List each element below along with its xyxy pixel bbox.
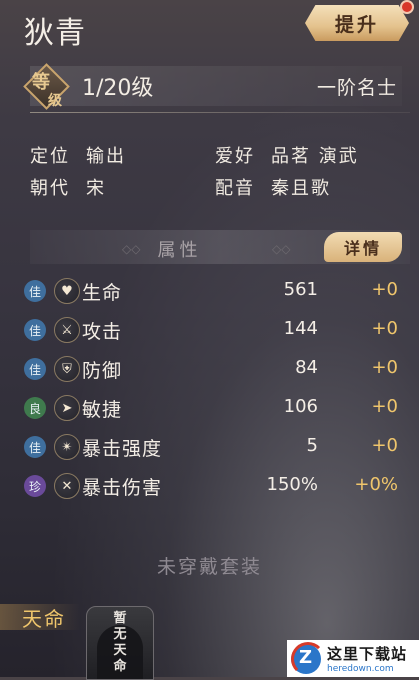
role-label: 定位 bbox=[30, 146, 70, 167]
watermark-url: heredown.com bbox=[327, 664, 394, 674]
attribute-bonus: +0% bbox=[354, 474, 398, 495]
watermark-title: 这里下载站 bbox=[327, 645, 408, 663]
watermark-logo-icon bbox=[291, 641, 325, 676]
attribute-label: 暴击强度 bbox=[82, 438, 163, 460]
attribute-row: 佳 ✴ 暴击强度 5 +0 bbox=[24, 431, 404, 467]
grade-badge: 珍 bbox=[24, 475, 46, 497]
attribute-row: 佳 ⛨ 防御 84 +0 bbox=[24, 353, 404, 389]
attribute-row: 佳 ♥ 生命 561 +0 bbox=[24, 275, 404, 311]
attribute-label: 敏捷 bbox=[82, 399, 123, 421]
attribute-row: 良 ➤ 敏捷 106 +0 bbox=[24, 392, 404, 428]
attribute-bonus: +0 bbox=[371, 279, 398, 300]
hero-name: 狄青 bbox=[24, 16, 86, 51]
details-button-label: 详情 bbox=[343, 239, 382, 258]
attribute-value: 150% bbox=[266, 474, 318, 495]
voice-label: 配音 bbox=[215, 178, 255, 199]
blade-icon: ✕ bbox=[54, 473, 80, 499]
grade-badge: 佳 bbox=[24, 436, 46, 458]
attribute-value: 84 bbox=[295, 357, 318, 378]
details-button[interactable]: 详情 bbox=[324, 232, 402, 262]
role-value: 输出 bbox=[86, 146, 126, 167]
level-divider bbox=[30, 112, 410, 113]
heart-icon: ♥ bbox=[54, 278, 80, 304]
level-badge-bottom: 级 bbox=[48, 93, 62, 109]
hero-rank: 一阶名士 bbox=[316, 77, 397, 99]
attribute-bonus: +0 bbox=[371, 318, 398, 339]
dynasty-value: 宋 bbox=[86, 178, 106, 199]
attribute-bonus: +0 bbox=[371, 435, 398, 456]
grade-badge: 良 bbox=[24, 397, 46, 419]
attributes-title: 属性 bbox=[157, 240, 202, 261]
watermark: 这里下载站 heredown.com bbox=[287, 640, 419, 677]
attribute-bonus: +0 bbox=[371, 357, 398, 378]
upgrade-button-label: 提升 bbox=[334, 13, 379, 36]
dynasty-label: 朝代 bbox=[30, 178, 70, 199]
attribute-value: 144 bbox=[283, 318, 318, 339]
attribute-bonus: +0 bbox=[371, 396, 398, 417]
level-badge-icon: 等 级 bbox=[23, 63, 70, 110]
hobby-label: 爱好 bbox=[215, 146, 255, 167]
notification-dot bbox=[400, 0, 414, 14]
attribute-row: 珍 ✕ 暴击伤害 150% +0% bbox=[24, 470, 404, 506]
fate-card-text: 暂无天命 bbox=[113, 611, 127, 674]
attribute-label: 攻击 bbox=[82, 321, 123, 343]
boot-icon: ➤ bbox=[54, 395, 80, 421]
sword-icon: ⚔ bbox=[54, 317, 80, 343]
attribute-value: 5 bbox=[306, 435, 318, 456]
attribute-label: 生命 bbox=[82, 282, 123, 304]
upgrade-button[interactable]: 提升 bbox=[305, 5, 409, 41]
grade-badge: 佳 bbox=[24, 358, 46, 380]
attribute-row: 佳 ⚔ 攻击 144 +0 bbox=[24, 314, 404, 350]
no-set-text: 未穿戴套装 bbox=[156, 556, 262, 578]
grade-badge: 佳 bbox=[24, 280, 46, 302]
attribute-label: 暴击伤害 bbox=[82, 477, 163, 499]
attribute-value: 561 bbox=[283, 279, 318, 300]
star-icon: ✴ bbox=[54, 434, 80, 460]
attribute-value: 106 bbox=[283, 396, 318, 417]
level-text: 1/20级 bbox=[82, 76, 154, 101]
shield-icon: ⛨ bbox=[54, 356, 80, 382]
hobby-value: 品茗 演武 bbox=[271, 146, 359, 167]
grade-badge: 佳 bbox=[24, 319, 46, 341]
voice-value: 秦且歌 bbox=[271, 178, 331, 199]
attribute-label: 防御 bbox=[82, 360, 123, 382]
fate-card[interactable]: 暂无天命 bbox=[86, 606, 154, 680]
fate-label: 天命 bbox=[22, 607, 66, 631]
